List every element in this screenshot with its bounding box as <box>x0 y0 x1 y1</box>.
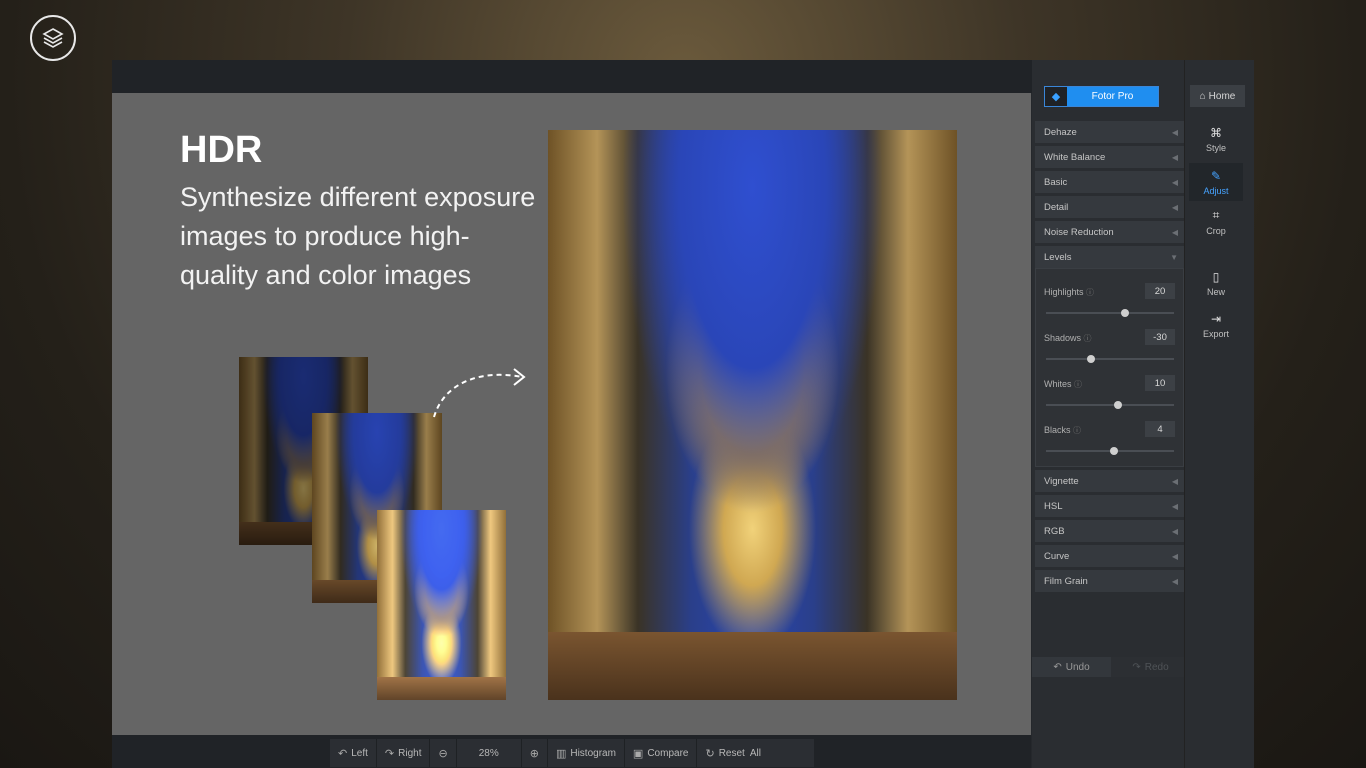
rail-export-button[interactable]: ⇥ Export <box>1189 306 1243 344</box>
highlights-slider[interactable] <box>1046 309 1174 317</box>
help-icon[interactable]: ⓘ <box>1073 426 1081 435</box>
diamond-icon: ◆ <box>1045 87 1067 106</box>
chevron-left-icon: ◀ <box>1171 127 1178 137</box>
reset-all-button[interactable]: ↻ Reset All <box>697 739 768 767</box>
chevron-left-icon: ◀ <box>1171 476 1178 486</box>
section-dehaze[interactable]: Dehaze ◀ <box>1035 121 1184 143</box>
exposure-thumbnail-bright <box>377 510 506 700</box>
rotate-left-icon: ↶ <box>338 747 348 760</box>
chevron-left-icon: ◀ <box>1171 526 1178 536</box>
compare-icon: ▣ <box>632 747 644 760</box>
redo-icon: ↷ <box>1132 661 1141 673</box>
bottom-bar: ↶ Left ↷ Right ⊖ 28% ⊕ ▥ Histogram ▣ Com… <box>112 735 1031 768</box>
rotate-left-button[interactable]: ↶ Left <box>330 739 377 767</box>
zoom-out-icon: ⊖ <box>438 747 448 760</box>
section-noise-reduction[interactable]: Noise Reduction ◀ <box>1035 221 1184 243</box>
reset-icon: ↻ <box>705 747 715 760</box>
whites-value-input[interactable]: 10 <box>1145 375 1175 391</box>
pencil-icon: ✎ <box>1210 168 1222 183</box>
feature-title: HDR <box>180 129 263 171</box>
rotate-right-button[interactable]: ↷ Right <box>377 739 431 767</box>
redo-button[interactable]: ↷ Redo <box>1111 657 1190 677</box>
editor-canvas: HDR Synthesize different exposure images… <box>112 93 1031 735</box>
help-icon[interactable]: ⓘ <box>1084 334 1092 343</box>
rail-tab-crop[interactable]: ⌗ Crop <box>1189 203 1243 241</box>
feature-description: Synthesize different exposure images to … <box>180 182 536 290</box>
chevron-left-icon: ◀ <box>1171 227 1178 237</box>
rail-tab-style[interactable]: ⌘ Style <box>1189 120 1243 158</box>
undo-button[interactable]: ↶ Undo <box>1032 657 1111 677</box>
rail-new-button[interactable]: ▯ New <box>1189 264 1243 302</box>
help-icon[interactable]: ⓘ <box>1086 288 1094 297</box>
whites-slider[interactable] <box>1046 401 1174 409</box>
export-icon: ⇥ <box>1210 311 1222 326</box>
zoom-level: 28% <box>457 739 522 767</box>
chevron-left-icon: ◀ <box>1171 177 1178 187</box>
adjust-panel: ◆ Fotor Pro Dehaze ◀ White Balance ◀ Basic… <box>1032 60 1190 768</box>
blacks-value-input[interactable]: 4 <box>1145 421 1175 437</box>
section-curve[interactable]: Curve ◀ <box>1035 545 1184 567</box>
chevron-left-icon: ◀ <box>1171 152 1178 162</box>
section-levels[interactable]: Levels ▼ <box>1035 246 1184 268</box>
shadows-value-input[interactable]: -30 <box>1145 329 1175 345</box>
highlights-value-input[interactable]: 20 <box>1145 283 1175 299</box>
undo-icon: ↶ <box>1053 661 1062 673</box>
chevron-left-icon: ◀ <box>1171 576 1178 586</box>
shadows-control: Shadows ⓘ -30 <box>1036 329 1183 373</box>
chevron-down-icon: ▼ <box>1170 252 1178 262</box>
home-icon: ⌂ <box>1199 90 1206 102</box>
section-hsl[interactable]: HSL ◀ <box>1035 495 1184 517</box>
chevron-left-icon: ◀ <box>1171 501 1178 511</box>
levels-controls: Highlights ⓘ 20 Shadows ⓘ -30 Whites ⓘ 1… <box>1035 268 1184 467</box>
zoom-out-button[interactable]: ⊖ <box>430 739 457 767</box>
blacks-slider[interactable] <box>1046 447 1174 455</box>
hdr-result-photo <box>548 130 957 700</box>
section-basic[interactable]: Basic ◀ <box>1035 171 1184 193</box>
help-icon[interactable]: ⓘ <box>1074 380 1082 389</box>
slider-thumb[interactable] <box>1109 447 1118 455</box>
tool-rail: ⌂ Home ⌘ Style ✎ Adjust ⌗ Crop ▯ New ⇥ E… <box>1184 60 1254 768</box>
fotor-pro-button[interactable]: ◆ Fotor Pro <box>1044 86 1159 107</box>
compare-button[interactable]: ▣ Compare <box>625 739 698 767</box>
section-film-grain[interactable]: Film Grain ◀ <box>1035 570 1184 592</box>
history-controls: ↶ Undo ↷ Redo <box>1032 657 1190 677</box>
slider-thumb[interactable] <box>1086 355 1095 363</box>
section-vignette[interactable]: Vignette ◀ <box>1035 470 1184 492</box>
slider-thumb[interactable] <box>1113 401 1122 409</box>
histogram-button[interactable]: ▥ Histogram <box>548 739 625 767</box>
home-button[interactable]: ⌂ Home <box>1190 85 1245 107</box>
slider-thumb[interactable] <box>1121 309 1130 317</box>
whites-control: Whites ⓘ 10 <box>1036 375 1183 419</box>
adjust-section-list: Dehaze ◀ White Balance ◀ Basic ◀ Detail ◀ No… <box>1035 121 1184 595</box>
layers-icon <box>42 28 64 48</box>
chevron-left-icon: ◀ <box>1171 202 1178 212</box>
zoom-in-button[interactable]: ⊕ <box>522 739 548 767</box>
app-window: HDR Synthesize different exposure images… <box>112 60 1254 768</box>
chevron-left-icon: ◀ <box>1171 551 1178 561</box>
title-bar <box>112 60 1032 93</box>
section-white-balance[interactable]: White Balance ◀ <box>1035 146 1184 168</box>
zoom-in-icon: ⊕ <box>529 747 539 760</box>
crop-icon: ⌗ <box>1212 208 1220 222</box>
app-logo <box>30 15 76 61</box>
rotate-right-icon: ↷ <box>384 747 395 760</box>
section-detail[interactable]: Detail ◀ <box>1035 196 1184 218</box>
shadows-slider[interactable] <box>1046 355 1174 363</box>
style-icon: ⌘ <box>1210 125 1222 140</box>
new-file-icon: ▯ <box>1212 269 1220 284</box>
fotor-pro-label: Fotor Pro <box>1067 87 1158 106</box>
section-rgb[interactable]: RGB ◀ <box>1035 520 1184 542</box>
histogram-icon: ▥ <box>555 747 567 760</box>
bottom-toolbar: ↶ Left ↷ Right ⊖ 28% ⊕ ▥ Histogram ▣ Com… <box>330 739 814 767</box>
blacks-control: Blacks ⓘ 4 <box>1036 421 1183 465</box>
dashed-arrow-icon <box>433 368 526 418</box>
highlights-control: Highlights ⓘ 20 <box>1036 283 1183 327</box>
rail-tab-adjust[interactable]: ✎ Adjust <box>1189 163 1243 201</box>
